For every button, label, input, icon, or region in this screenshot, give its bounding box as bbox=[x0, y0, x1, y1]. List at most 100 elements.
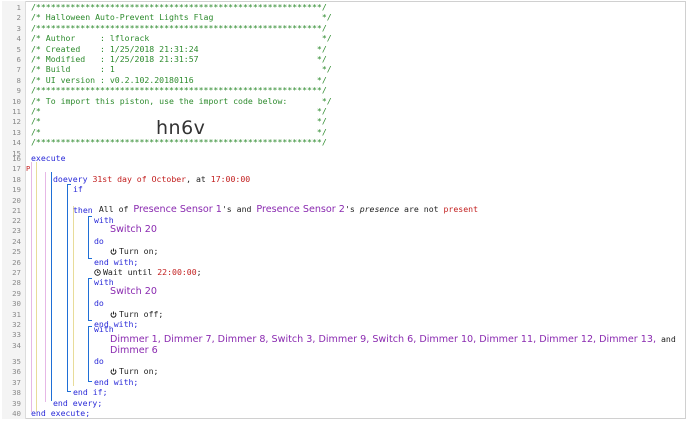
every-block-bracket bbox=[51, 172, 52, 401]
indent-guide bbox=[36, 162, 37, 412]
comment-line: /***************************************… bbox=[31, 2, 327, 12]
line-number: 4 bbox=[16, 34, 21, 44]
bracket-tick bbox=[67, 184, 71, 185]
bracket-tick bbox=[88, 258, 92, 259]
line-number: 12 bbox=[12, 117, 21, 127]
comment-modified: /* Modified : 1/25/2018 21:31:57 */ bbox=[31, 54, 327, 64]
comment-import-note: /* To import this piston, use the import… bbox=[31, 95, 332, 106]
condition-operator: are not bbox=[399, 204, 444, 215]
line-number: 33 bbox=[12, 330, 21, 340]
device-list[interactable]: Dimmer 1, Dimmer 7, Dimmer 8, Switch 3, … bbox=[110, 334, 656, 345]
power-off-icon bbox=[110, 311, 117, 318]
line-number: 22 bbox=[12, 216, 21, 225]
device-switch-20[interactable]: Switch 20 bbox=[110, 224, 157, 235]
line-number: 1 bbox=[16, 3, 21, 12]
turn-on-label: Turn on; bbox=[119, 246, 159, 257]
bracket-tick bbox=[88, 278, 92, 279]
end-with-keyword: end with; bbox=[94, 376, 139, 387]
device-switch-20[interactable]: Switch 20 bbox=[110, 286, 157, 297]
every-time: 17:00:00 bbox=[210, 173, 251, 184]
bracket-tick bbox=[67, 391, 71, 392]
line-number: 21 bbox=[12, 205, 21, 215]
line-number: 16 bbox=[12, 154, 21, 163]
condition-mid: 's and bbox=[221, 204, 257, 215]
clock-icon bbox=[94, 269, 101, 276]
comment-line: /***************************************… bbox=[31, 85, 327, 96]
do-keyword: do bbox=[94, 298, 104, 309]
watermark-text: hn6v bbox=[156, 117, 206, 139]
line-number: 34 bbox=[12, 340, 21, 350]
line-number: 8 bbox=[16, 75, 21, 85]
comment-created: /* Created : 1/25/2018 21:31:24 */ bbox=[31, 43, 327, 54]
with-devices[interactable]: Switch 20 bbox=[110, 224, 157, 234]
comment-line: /***************************************… bbox=[31, 22, 327, 33]
wait-time: 22:00:00 bbox=[157, 267, 197, 277]
line-number: 10 bbox=[12, 96, 21, 106]
turn-on-command[interactable]: Turn on; bbox=[110, 246, 158, 256]
if-block-bracket bbox=[67, 184, 68, 391]
condition-possessive: 's bbox=[344, 204, 360, 215]
line-number: 26 bbox=[12, 257, 21, 267]
line-number: 29 bbox=[12, 288, 21, 298]
line-number: 38 bbox=[12, 388, 21, 398]
with-devices[interactable]: Switch 20 bbox=[110, 286, 157, 296]
with-devices-list[interactable]: Dimmer 1, Dimmer 7, Dimmer 8, Switch 3, … bbox=[110, 334, 676, 345]
device-presence-sensor-2[interactable]: Presence Sensor 2 bbox=[256, 204, 345, 215]
line-number: 40 bbox=[12, 409, 21, 418]
device-dimmer-6[interactable]: Dimmer 6 bbox=[110, 345, 158, 356]
with-keyword[interactable]: with bbox=[94, 324, 114, 334]
do-keyword: do bbox=[53, 173, 63, 184]
comment-build: /* Build : 1 */ bbox=[31, 64, 332, 75]
line-number: 35 bbox=[12, 357, 21, 366]
wait-label: Wait until bbox=[103, 267, 158, 277]
with-devices-continued[interactable]: Dimmer 6 bbox=[110, 345, 158, 355]
line-number: 36 bbox=[12, 367, 21, 377]
line-number: 19 bbox=[12, 185, 21, 195]
line-number: 31 bbox=[12, 309, 21, 319]
end-with-keyword: end with; bbox=[94, 256, 139, 267]
with-block-bracket bbox=[88, 326, 89, 381]
line-number: 37 bbox=[12, 377, 21, 387]
end-if-keyword: end if; bbox=[73, 387, 108, 398]
end-every-keyword: end every; bbox=[53, 397, 103, 408]
line-number: 39 bbox=[12, 398, 21, 408]
end-execute-keyword: end execute; bbox=[31, 408, 91, 418]
line-number: 2 bbox=[16, 13, 21, 23]
execute-keyword[interactable]: execute bbox=[31, 153, 66, 163]
line-number: 27 bbox=[12, 268, 21, 277]
if-keyword[interactable]: if bbox=[73, 184, 83, 194]
do-keyword: do bbox=[94, 356, 104, 366]
line-number: 25 bbox=[12, 247, 21, 257]
comment-title: /* Halloween Auto-Prevent Lights Flag */ bbox=[31, 12, 332, 23]
do-keyword: do bbox=[94, 235, 104, 246]
wait-end: ; bbox=[196, 267, 202, 277]
bracket-tick bbox=[88, 216, 92, 217]
wait-statement[interactable]: Wait until 22:00:00; bbox=[94, 267, 202, 277]
with-block-bracket bbox=[88, 278, 89, 320]
line-number: 7 bbox=[16, 65, 21, 75]
line-number: 28 bbox=[12, 278, 21, 288]
piston-marker: P bbox=[26, 165, 31, 173]
comment-ui-version: /* UI version : v0.2.102.20180116 */ bbox=[31, 74, 327, 85]
every-day: 31st day of October bbox=[87, 173, 187, 184]
power-icon bbox=[110, 248, 117, 255]
then-keyword: then bbox=[73, 204, 93, 215]
device-presence-sensor-1[interactable]: Presence Sensor 1 bbox=[133, 204, 222, 215]
indent-guide bbox=[31, 162, 32, 412]
line-number: 6 bbox=[16, 55, 21, 64]
turn-off-label: Turn off; bbox=[119, 308, 164, 319]
condition-value: present bbox=[443, 204, 479, 215]
and-word: and bbox=[656, 334, 676, 344]
line-number: 32 bbox=[12, 320, 21, 329]
bracket-tick bbox=[88, 320, 92, 321]
line-number: 9 bbox=[16, 86, 21, 96]
turn-on-command[interactable]: Turn on; bbox=[110, 366, 158, 376]
bracket-tick bbox=[88, 381, 92, 382]
indent-guide bbox=[45, 172, 46, 402]
every-keyword: every bbox=[62, 173, 88, 184]
condition-line[interactable]: All of Presence Sensor 1's and Presence … bbox=[89, 194, 478, 215]
turn-off-command[interactable]: Turn off; bbox=[110, 309, 163, 319]
every-statement[interactable]: every 31st day of October, at 17:00:00 bbox=[53, 163, 250, 184]
every-at: , at bbox=[186, 173, 211, 184]
bracket-tick bbox=[88, 326, 92, 327]
